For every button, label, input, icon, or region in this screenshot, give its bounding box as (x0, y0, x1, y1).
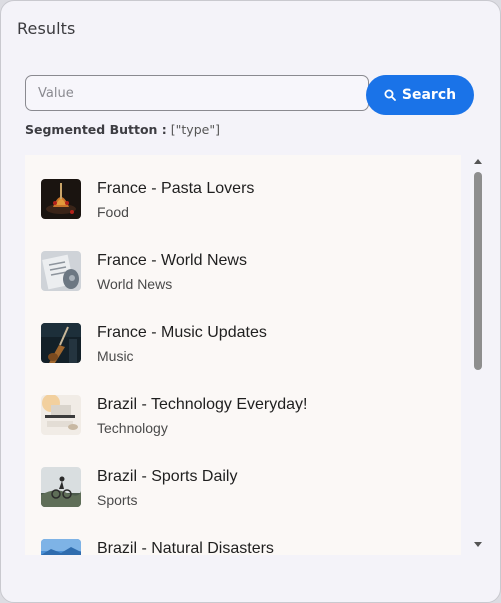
search-button-label: Search (401, 87, 457, 103)
list-item-subtitle: Technology (97, 420, 168, 436)
list-item[interactable]: Brazil - Technology Everyday! Technology (25, 395, 461, 467)
window-title: Results (17, 19, 76, 38)
guitar-thumbnail (41, 323, 81, 363)
laptop-thumbnail (41, 395, 81, 435)
search-button[interactable]: Search (366, 75, 474, 115)
list-item-subtitle: World News (97, 276, 173, 292)
segmented-button-info: Segmented Button : ["type"] (25, 122, 220, 137)
pasta-thumbnail (41, 179, 81, 219)
list-item-title: Brazil - Natural Disasters (97, 540, 274, 555)
segmented-button-value: ["type"] (170, 122, 220, 137)
list-item-title: France - Pasta Lovers (97, 180, 255, 197)
results-window: Results Search Segmented Button : ["type… (0, 0, 501, 603)
list-item-title: France - Music Updates (97, 324, 267, 341)
list-item[interactable]: Brazil - Natural Disasters (25, 539, 461, 555)
list-item-title: France - World News (97, 252, 247, 269)
scroll-thumb[interactable] (474, 172, 482, 370)
list-item[interactable]: France - Music Updates Music (25, 323, 461, 395)
search-icon (384, 89, 396, 101)
list-item-title: Brazil - Sports Daily (97, 468, 238, 485)
list-item[interactable]: Brazil - Sports Daily Sports (25, 467, 461, 539)
segmented-button-label: Segmented Button : (25, 122, 167, 137)
cyclist-thumbnail (41, 467, 81, 507)
list-item[interactable]: France - World News World News (25, 251, 461, 323)
list-item[interactable]: France - Pasta Lovers Food (25, 179, 461, 251)
scroll-down-arrow-icon[interactable] (474, 542, 482, 547)
list-item-subtitle: Music (97, 348, 134, 364)
list-item-subtitle: Food (97, 204, 129, 220)
search-input[interactable] (25, 75, 369, 111)
scroll-up-arrow-icon[interactable] (474, 159, 482, 164)
list-item-subtitle: Sports (97, 492, 138, 508)
list-item-title: Brazil - Technology Everyday! (97, 396, 308, 413)
list-scrollbar[interactable] (471, 155, 485, 555)
landscape-thumbnail (41, 539, 81, 555)
results-list: France - Pasta Lovers Food France - Worl… (25, 155, 461, 555)
newspaper-thumbnail (41, 251, 81, 291)
